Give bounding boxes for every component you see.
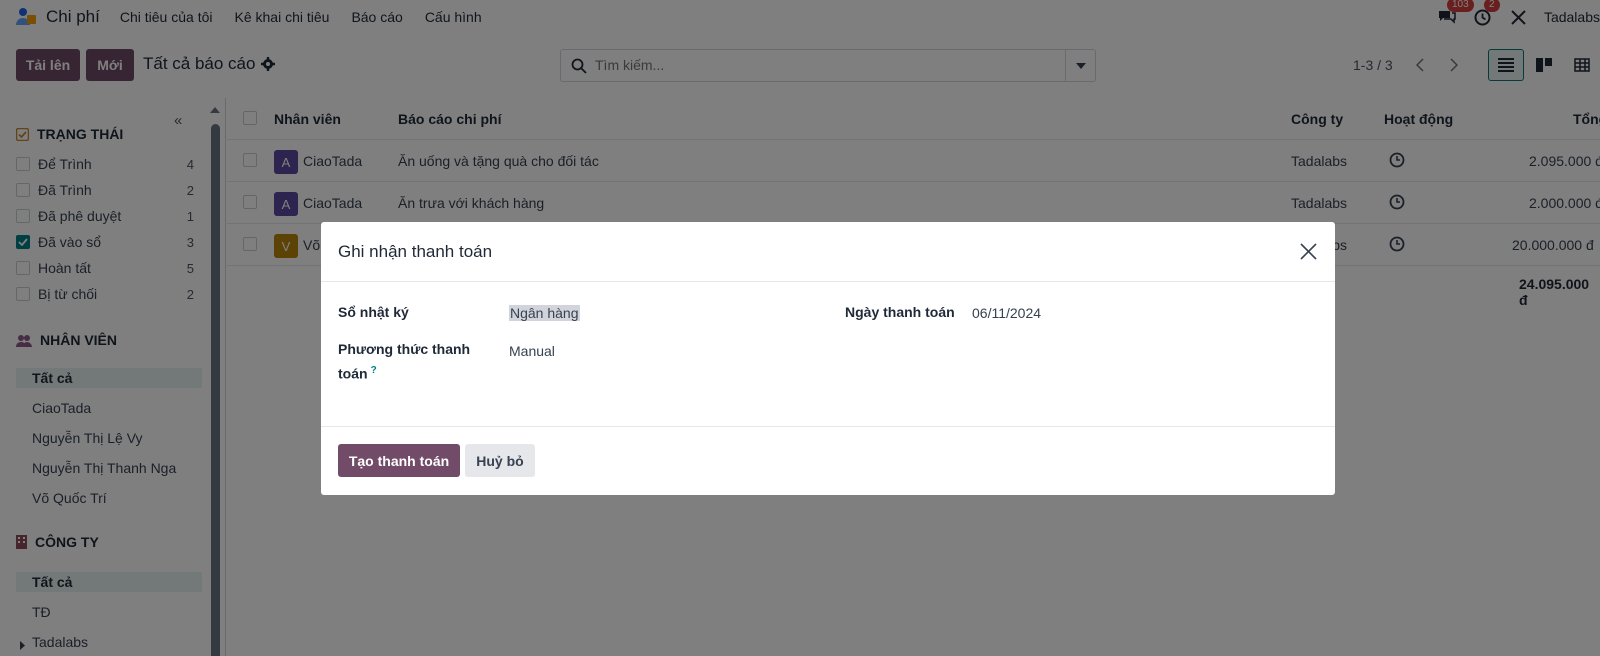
payment-method-field[interactable]: Manual <box>509 343 555 359</box>
create-payment-button[interactable]: Tạo thanh toán <box>338 444 460 477</box>
cancel-button[interactable]: Huỷ bỏ <box>465 444 535 477</box>
dialog-footer: Tạo thanh toán Huỷ bỏ <box>321 426 1335 495</box>
register-payment-dialog: Ghi nhận thanh toán Sổ nhật ký Ngân hàng… <box>321 222 1335 495</box>
journal-field[interactable]: Ngân hàng <box>509 305 580 321</box>
dialog-header: Ghi nhận thanh toán <box>321 222 1335 282</box>
payment-date-label: Ngày thanh toán <box>845 304 955 320</box>
payment-date-field[interactable]: 06/11/2024 <box>972 305 1041 321</box>
dialog-title: Ghi nhận thanh toán <box>338 242 493 261</box>
help-tooltip-icon[interactable]: ? <box>371 365 377 376</box>
journal-label: Sổ nhật ký <box>338 304 409 320</box>
payment-method-label: Phương thức thanh toán? <box>338 341 471 382</box>
close-icon[interactable] <box>1297 240 1319 262</box>
